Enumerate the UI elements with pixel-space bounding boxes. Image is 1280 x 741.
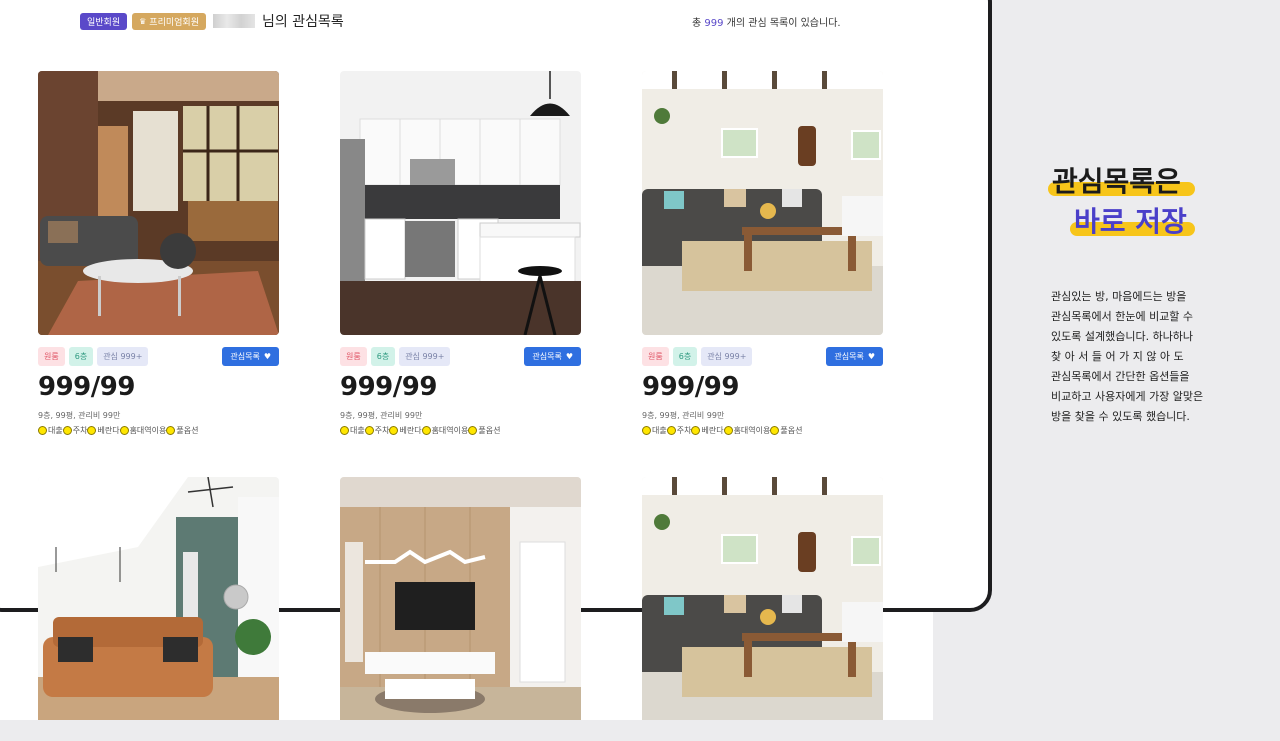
listing-card[interactable] xyxy=(642,477,883,741)
option-dot-icon xyxy=(691,426,701,435)
listing-photo[interactable] xyxy=(642,71,883,335)
option-dot-icon xyxy=(62,426,72,435)
option-dot-icon xyxy=(642,426,651,435)
promo-description: 관심있는 방, 마음에드는 방을 관심목록에서 한눈에 비교할 수 있도록 설계… xyxy=(1051,290,1204,423)
option-dot-icon xyxy=(421,426,431,435)
wishlist-screen: 일반회원 ♛ 프리미엄회원 님의 관심목록 총 999 개의 관심 목록이 있습… xyxy=(0,0,990,720)
wishlist-button[interactable]: 관심목록 ♥ xyxy=(222,347,279,366)
option-dot-icon xyxy=(468,426,478,435)
room-type-tag: 원룸 xyxy=(642,347,669,366)
wishlist-button[interactable]: 관심목록 ♥ xyxy=(826,347,883,366)
interest-count-tag: 관심 999+ xyxy=(97,347,149,366)
interest-count-tag: 관심 999+ xyxy=(701,347,753,366)
option-dot-icon xyxy=(364,426,374,435)
listing-price: 999/99 xyxy=(642,372,739,402)
listing-info: 9층, 99평, 관리비 99만 xyxy=(38,411,121,420)
promo-line-2: 바로 저장 xyxy=(1074,205,1187,238)
listing-info: 9층, 99평, 관리비 99만 xyxy=(642,411,725,420)
listing-card[interactable] xyxy=(38,477,279,741)
heart-icon: ♥ xyxy=(867,352,875,361)
wishlist-header: 일반회원 ♛ 프리미엄회원 님의 관심목록 xyxy=(80,10,344,32)
promo-line-1: 관심목록은 xyxy=(1052,165,1181,198)
option-dot-icon xyxy=(666,426,676,435)
listing-options: 대출 주차 베란다 홈대역이용 풀옵션 xyxy=(38,425,279,436)
option-dot-icon xyxy=(770,426,780,435)
option-dot-icon xyxy=(38,426,47,435)
listing-card[interactable]: 원룸 6층 관심 999+ 관심목록 ♥ 999/99 9층, 99평, 관리비… xyxy=(38,71,279,436)
option-dot-icon xyxy=(340,426,349,435)
option-dot-icon xyxy=(119,426,129,435)
wishlist-count: 총 999 개의 관심 목록이 있습니다. xyxy=(692,18,841,29)
listing-photo[interactable] xyxy=(38,71,279,335)
interest-count-tag: 관심 999+ xyxy=(399,347,451,366)
option-dot-icon xyxy=(389,426,399,435)
crown-icon: ♛ xyxy=(139,16,147,26)
listing-price: 999/99 xyxy=(340,372,437,402)
heart-icon: ♥ xyxy=(565,352,573,361)
listing-options: 대출 주차 베란다 홈대역이용 풀옵션 xyxy=(340,425,581,436)
listing-card[interactable]: 원룸 6층 관심 999+ 관심목록 ♥ 999/99 9층, 99평, 관리비… xyxy=(642,71,883,436)
option-dot-icon xyxy=(166,426,176,435)
option-dot-icon xyxy=(723,426,733,435)
promo-title: 관심목록은 바로 저장 xyxy=(1048,162,1195,242)
page-title: 님의 관심목록 xyxy=(261,14,344,30)
wishlist-button-label: 관심목록 xyxy=(532,352,562,361)
listing-info: 9층, 99평, 관리비 99만 xyxy=(340,411,423,420)
listing-options: 대출 주차 베란다 홈대역이용 풀옵션 xyxy=(642,425,883,436)
listing-photo[interactable] xyxy=(340,71,581,335)
heart-icon: ♥ xyxy=(263,352,271,361)
premium-member-badge: ♛ 프리미엄회원 xyxy=(132,12,206,30)
room-type-tag: 원룸 xyxy=(340,347,367,366)
blurred-username xyxy=(212,14,255,28)
wishlist-button-label: 관심목록 xyxy=(834,352,864,361)
listing-photo[interactable] xyxy=(38,477,279,741)
listing-card[interactable]: 원룸 6층 관심 999+ 관심목록 ♥ 999/99 9층, 99평, 관리비… xyxy=(340,71,581,436)
floor-tag: 6층 xyxy=(68,347,94,366)
listing-price: 999/99 xyxy=(38,372,135,402)
general-member-badge: 일반회원 xyxy=(80,12,128,30)
listing-photo[interactable] xyxy=(340,477,581,741)
wishlist-button-label: 관심목록 xyxy=(230,352,260,361)
listing-photo[interactable] xyxy=(642,477,883,741)
floor-tag: 6층 xyxy=(672,347,698,366)
premium-member-label: 프리미엄회원 xyxy=(149,17,199,28)
option-dot-icon xyxy=(87,426,97,435)
wishlist-button[interactable]: 관심목록 ♥ xyxy=(524,347,581,366)
count-number: 999 xyxy=(704,18,724,29)
floor-tag: 6층 xyxy=(370,347,396,366)
room-type-tag: 원룸 xyxy=(38,347,65,366)
listing-card[interactable] xyxy=(340,477,581,741)
